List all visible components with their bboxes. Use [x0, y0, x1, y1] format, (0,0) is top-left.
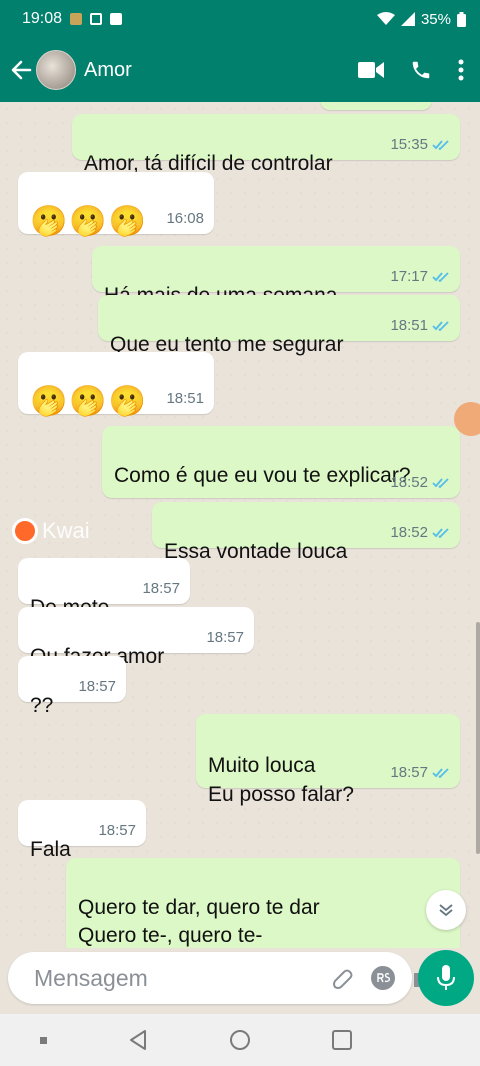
message-bubble-incoming[interactable]: De mete 18:57 — [18, 558, 190, 619]
attach-icon[interactable] — [330, 966, 354, 990]
message-meta: 17:17 — [390, 268, 450, 286]
contact-name[interactable]: Amor — [84, 59, 132, 82]
message-emoji: 🫢🫢🫢 — [30, 205, 149, 238]
message-bubble-incoming[interactable]: 🫢🫢🫢 18:51 — [18, 352, 214, 417]
battery-percent: 35% — [420, 10, 451, 28]
message-time: 18:51 — [390, 317, 428, 334]
video-call-icon[interactable] — [358, 60, 384, 80]
signal-icon — [400, 12, 415, 26]
message-bubble-outgoing[interactable]: Que eu tento me segurar 18:51 — [98, 295, 460, 356]
nav-recents-icon[interactable] — [331, 1030, 352, 1050]
message-input[interactable] — [34, 964, 330, 992]
notification-icon — [70, 13, 83, 25]
read-ticks-icon — [432, 528, 449, 539]
message-meta: 15:35 — [390, 136, 450, 154]
more-options-icon[interactable] — [458, 59, 464, 81]
message-time: 18:52 — [390, 524, 428, 541]
payment-icon[interactable] — [370, 965, 396, 991]
microphone-icon — [437, 965, 455, 990]
read-ticks-icon — [432, 768, 449, 779]
message-bubble-outgoing[interactable]: Quero te dar, quero te dar Quero te-, qu… — [66, 858, 460, 948]
battery-icon — [457, 11, 466, 27]
message-list[interactable]: Amor, tá difícil de controlar 15:35 🫢🫢🫢 … — [0, 102, 480, 948]
message-text: Muito louca Eu posso falar? — [208, 754, 354, 806]
message-text: ?? — [30, 694, 54, 717]
message-meta: 18:57 — [206, 629, 244, 647]
message-bubble-outgoing[interactable]: Essa vontade louca 18:52 — [152, 502, 460, 563]
message-bubble-incoming[interactable]: 🫢🫢🫢 16:08 — [18, 172, 214, 237]
message-meta: 16:08 — [166, 210, 204, 228]
nav-home-icon[interactable] — [229, 1029, 251, 1051]
message-bubble-partial — [320, 102, 432, 110]
message-time: 18:57 — [98, 822, 136, 839]
message-bubble-outgoing[interactable]: Há mais de uma semana 17:17 — [92, 246, 460, 307]
video-notification-icon — [110, 13, 123, 25]
chevron-double-down-icon — [439, 904, 453, 917]
back-button[interactable] — [6, 55, 36, 85]
message-time: 18:52 — [390, 474, 428, 491]
phone-call-icon[interactable] — [410, 59, 432, 81]
nav-dot-icon — [40, 1036, 48, 1044]
message-text: Quero te dar, quero te dar Quero te-, qu… — [78, 896, 320, 947]
kwai-watermark-text: Kwai — [42, 518, 90, 543]
read-ticks-icon — [432, 140, 449, 151]
message-time: 17:17 — [390, 268, 428, 285]
message-meta: 18:57 — [78, 678, 116, 696]
status-time: 19:08 — [22, 10, 63, 27]
nav-spacer — [433, 1037, 440, 1044]
avatar[interactable] — [36, 50, 76, 90]
voice-message-button[interactable] — [418, 950, 474, 1006]
message-bubble-incoming[interactable]: Fala 18:57 — [18, 800, 146, 861]
kwai-watermark: Kwai — [12, 518, 90, 544]
message-bubble-incoming[interactable]: ?? 18:57 — [18, 656, 126, 717]
system-nav-bar — [0, 1014, 480, 1066]
arrow-left-icon — [11, 60, 32, 80]
scroll-to-bottom-button[interactable] — [426, 890, 466, 930]
floating-bubble[interactable] — [454, 402, 480, 436]
status-bar: 19:08 35% — [0, 0, 480, 38]
message-emoji: 🫢🫢🫢 — [30, 385, 149, 418]
message-meta: 18:52 — [390, 524, 450, 542]
message-text: Como é que eu vou te explicar? — [114, 464, 411, 487]
message-meta: 18:57 — [142, 580, 180, 598]
message-composer — [8, 952, 436, 1004]
message-meta: 18:51 — [390, 317, 450, 335]
message-meta: 18:51 — [166, 390, 204, 408]
message-bubble-incoming[interactable]: Ou fazer amor 18:57 — [18, 607, 254, 668]
message-meta: 18:52 — [390, 474, 450, 492]
message-time: 16:08 — [166, 210, 204, 227]
message-bubble-outgoing[interactable]: Amor, tá difícil de controlar 15:35 — [72, 114, 460, 175]
message-text: Fala — [30, 838, 71, 861]
message-time: 18:57 — [206, 629, 244, 646]
message-bubble-outgoing[interactable]: Como é que eu vou te explicar? 18:52 — [102, 426, 460, 498]
message-time: 18:57 — [78, 678, 116, 695]
message-meta: 18:57 — [98, 822, 136, 840]
message-meta: 18:57 — [390, 764, 450, 782]
notification-icon — [90, 13, 103, 25]
kwai-logo-icon — [12, 518, 38, 544]
message-time: 18:57 — [142, 580, 180, 597]
message-time: 18:57 — [390, 764, 428, 781]
message-time: 15:35 — [390, 136, 428, 153]
read-ticks-icon — [432, 321, 449, 332]
read-ticks-icon — [432, 478, 449, 489]
message-text: Essa vontade louca — [164, 540, 348, 563]
nav-back-icon[interactable] — [128, 1029, 148, 1051]
message-time: 18:51 — [166, 390, 204, 407]
chat-header: Amor — [0, 38, 480, 102]
message-bubble-outgoing[interactable]: Muito louca Eu posso falar? 18:57 — [196, 714, 460, 806]
wifi-icon — [376, 12, 395, 25]
scrollbar[interactable] — [476, 622, 480, 854]
read-ticks-icon — [432, 272, 449, 283]
